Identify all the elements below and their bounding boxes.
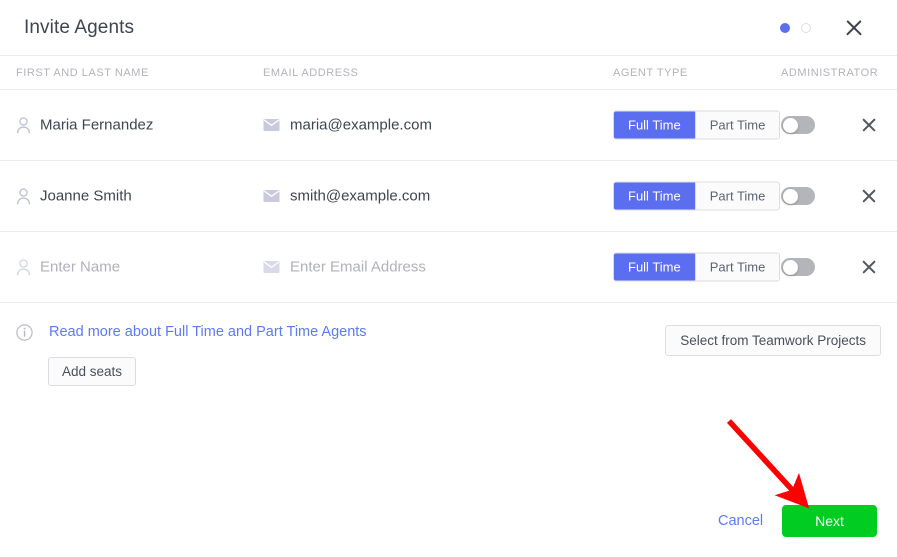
agent-name-field[interactable]: Enter Name: [16, 259, 120, 276]
agent-email-field[interactable]: smith@example.com: [263, 188, 430, 205]
remove-row-button[interactable]: [858, 114, 880, 136]
agent-email-field[interactable]: Enter Email Address: [263, 259, 426, 276]
administrator-toggle[interactable]: [781, 187, 815, 205]
column-header-email: EMAIL ADDRESS: [263, 67, 359, 79]
agent-type-segmented-control: Full Time Part Time: [613, 181, 781, 211]
agent-name-text: Joanne Smith: [40, 187, 132, 205]
cancel-button[interactable]: Cancel: [718, 513, 763, 529]
step-dot-2[interactable]: [801, 22, 811, 33]
agent-name-placeholder: Enter Name: [40, 258, 121, 276]
agent-type-full-time-button[interactable]: Full Time: [614, 253, 695, 281]
table-row: Enter Name Enter Email Address Full Time…: [0, 232, 897, 303]
agent-email-text: maria@example.com: [290, 116, 432, 134]
envelope-icon: [263, 190, 280, 203]
table-row: Maria Fernandez maria@example.com Full T…: [0, 90, 897, 161]
agent-email-placeholder: Enter Email Address: [290, 258, 426, 276]
dialog-header: Invite Agents: [0, 0, 897, 55]
toggle-knob: [782, 259, 798, 275]
table-header-row: FIRST AND LAST NAME EMAIL ADDRESS AGENT …: [0, 55, 897, 90]
add-seats-button[interactable]: Add seats: [48, 357, 137, 386]
remove-row-button[interactable]: [858, 185, 880, 207]
agent-email-text: smith@example.com: [290, 187, 431, 205]
column-header-name: FIRST AND LAST NAME: [16, 67, 149, 79]
administrator-toggle[interactable]: [781, 116, 815, 134]
agent-type-full-time-button[interactable]: Full Time: [614, 182, 695, 210]
agent-name-field[interactable]: Joanne Smith: [16, 188, 132, 205]
toggle-knob: [782, 117, 798, 133]
invite-agents-dialog: Invite Agents FIRST AND LAST NAME EMAIL …: [0, 0, 897, 557]
column-header-agent-type: AGENT TYPE: [613, 67, 688, 79]
close-icon[interactable]: [858, 185, 880, 207]
agent-type-segmented-control: Full Time Part Time: [613, 252, 781, 282]
column-header-administrator: ADMINISTRATOR: [781, 67, 879, 79]
agent-type-segmented-control: Full Time Part Time: [613, 110, 781, 140]
agent-email-field[interactable]: maria@example.com: [263, 117, 432, 134]
close-icon[interactable]: [858, 256, 880, 278]
read-more-link[interactable]: Read more about Full Time and Part Time …: [49, 324, 367, 340]
close-icon[interactable]: [841, 15, 867, 41]
agent-type-part-time-button[interactable]: Part Time: [695, 182, 780, 210]
table-row: Joanne Smith smith@example.com Full Time…: [0, 161, 897, 232]
person-icon: [16, 117, 31, 134]
header-right-controls: [780, 15, 877, 41]
agent-type-part-time-button[interactable]: Part Time: [695, 111, 780, 139]
step-dot-1[interactable]: [780, 22, 790, 33]
remove-row-button[interactable]: [858, 256, 880, 278]
agent-type-part-time-button[interactable]: Part Time: [695, 253, 780, 281]
info-circle-icon: [16, 324, 33, 346]
person-icon: [16, 188, 31, 205]
envelope-icon: [263, 261, 280, 274]
administrator-toggle[interactable]: [781, 258, 815, 276]
agent-name-text: Maria Fernandez: [40, 116, 154, 134]
envelope-icon: [263, 119, 280, 132]
select-from-teamwork-projects-button[interactable]: Select from Teamwork Projects: [665, 325, 881, 356]
toggle-knob: [782, 188, 798, 204]
person-icon: [16, 259, 31, 276]
step-indicator: [780, 22, 811, 33]
agent-type-full-time-button[interactable]: Full Time: [614, 111, 695, 139]
next-button[interactable]: Next: [782, 505, 877, 537]
close-icon[interactable]: [858, 114, 880, 136]
page-title: Invite Agents: [24, 16, 135, 38]
agent-name-field[interactable]: Maria Fernandez: [16, 117, 153, 134]
